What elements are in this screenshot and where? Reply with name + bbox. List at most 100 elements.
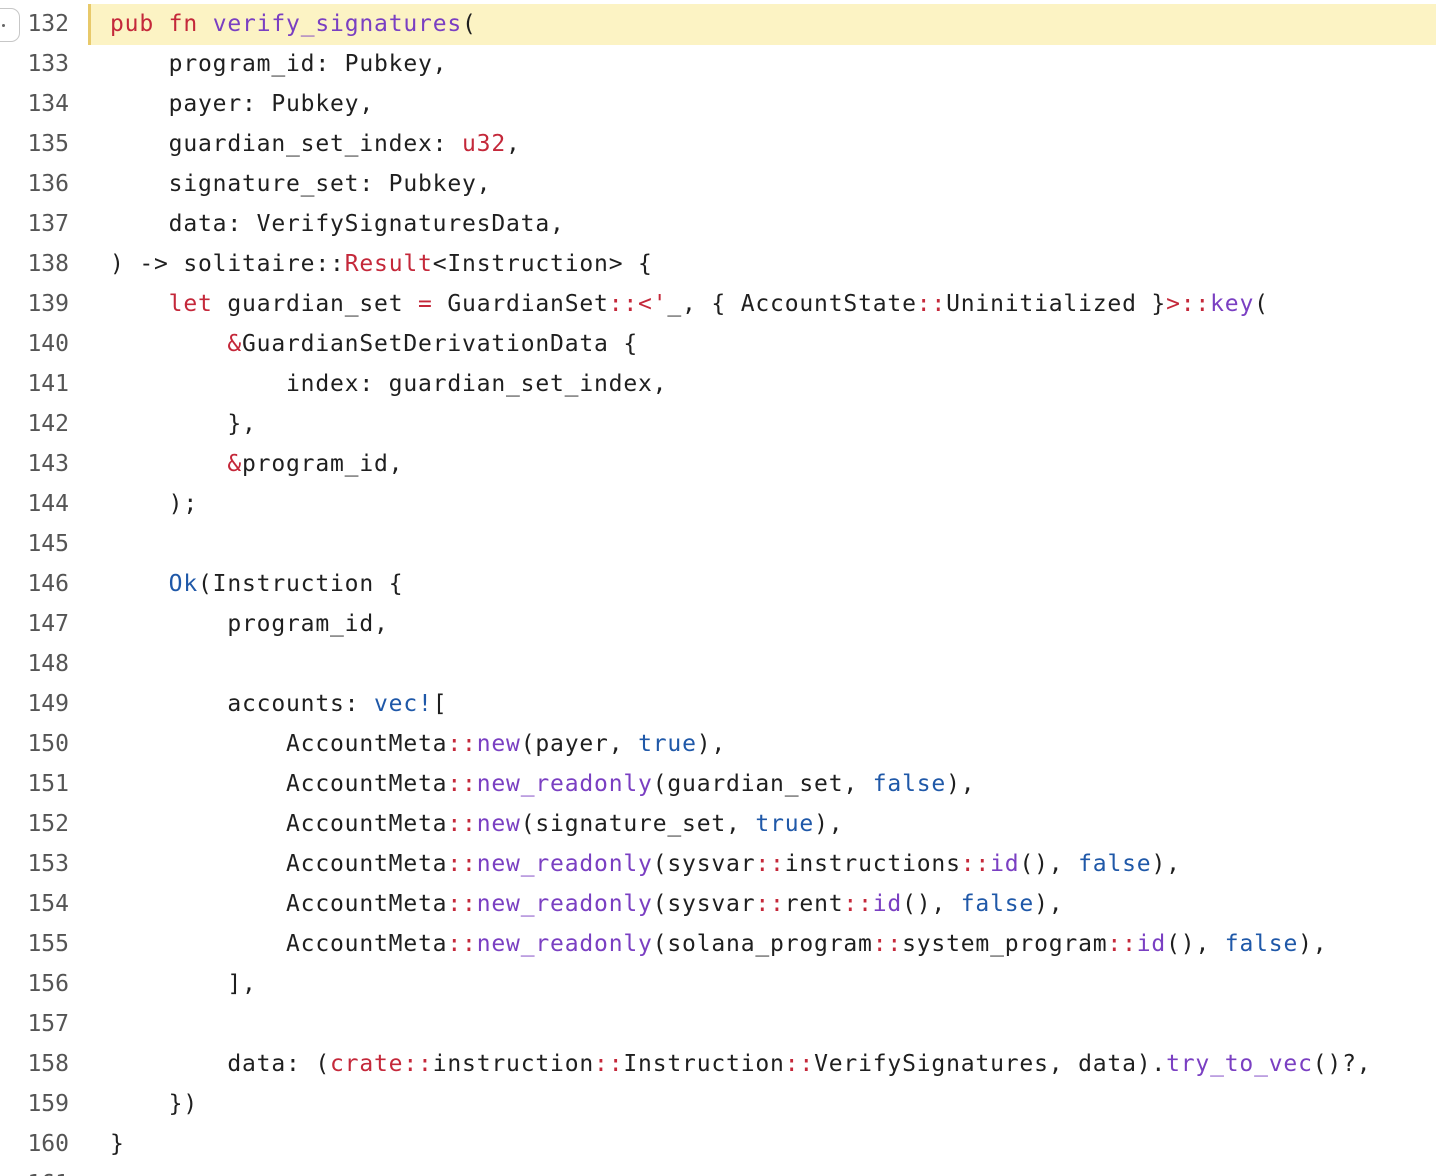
line-number[interactable]: 144 (0, 490, 69, 518)
line-number[interactable]: 151 (0, 770, 69, 798)
line-code: signature_set: Pubkey, (110, 170, 491, 198)
line-code: ], (110, 970, 257, 998)
code-token: id (990, 851, 1020, 877)
line-number[interactable]: 148 (0, 650, 69, 678)
line-code: ); (110, 490, 198, 518)
code-line-133[interactable]: 133 program_id: Pubkey, (0, 41, 1436, 81)
line-number[interactable]: 153 (0, 850, 69, 878)
line-number[interactable]: 160 (0, 1130, 69, 1158)
code-token: _, { AccountState (667, 291, 917, 317)
line-number[interactable]: 146 (0, 570, 69, 598)
code-line-152[interactable]: 152 AccountMeta::new(signature_set, true… (0, 801, 1436, 841)
line-number[interactable]: 134 (0, 90, 69, 118)
code-token: AccountMeta (110, 811, 448, 837)
line-code: payer: Pubkey, (110, 90, 374, 118)
line-number[interactable]: 132 (0, 10, 69, 38)
code-token: }) (110, 1091, 199, 1117)
code-line-149[interactable]: 149 accounts: vec![ (0, 681, 1436, 721)
line-code: index: guardian_set_index, (110, 370, 667, 398)
code-line-142[interactable]: 142 }, (0, 401, 1436, 441)
line-number[interactable]: 157 (0, 1010, 69, 1038)
line-code: accounts: vec![ (110, 690, 447, 718)
code-line-138[interactable]: 138 ) -> solitaire::Result<Instruction> { (0, 241, 1436, 281)
code-line-157[interactable]: 157 (0, 1001, 1436, 1041)
line-code: &GuardianSetDerivationData { (110, 330, 638, 358)
code-token: ), (696, 731, 727, 757)
code-token: false (960, 891, 1035, 917)
code-line-140[interactable]: 140 &GuardianSetDerivationData { (0, 321, 1436, 361)
line-number[interactable]: 159 (0, 1090, 69, 1118)
code-line-153[interactable]: 153 AccountMeta::new_readonly(sysvar::in… (0, 841, 1436, 881)
line-number[interactable]: 147 (0, 610, 69, 638)
code-token: data: VerifySignaturesData, (110, 211, 565, 237)
code-token: new_readonly (476, 851, 653, 877)
code-token: :: (447, 811, 477, 837)
code-line-146[interactable]: 146 Ok(Instruction { (0, 561, 1436, 601)
code-line-134[interactable]: 134 payer: Pubkey, (0, 81, 1436, 121)
code-token: (), (1166, 931, 1225, 957)
line-number[interactable]: 137 (0, 210, 69, 238)
code-line-144[interactable]: 144 ); (0, 481, 1436, 521)
code-token: GuardianSetDerivationData { (242, 331, 639, 357)
code-line-156[interactable]: 156 ], (0, 961, 1436, 1001)
line-number[interactable]: 133 (0, 50, 69, 78)
code-token: :: (755, 851, 785, 877)
code-line-143[interactable]: 143 &program_id, (0, 441, 1436, 481)
line-number[interactable]: 158 (0, 1050, 69, 1078)
code-line-135[interactable]: 135 guardian_set_index: u32, (0, 121, 1436, 161)
line-number[interactable]: 154 (0, 890, 69, 918)
code-token: (Instruction { (198, 571, 404, 597)
line-number[interactable]: 140 (0, 330, 69, 358)
line-code: data: VerifySignaturesData, (110, 210, 565, 238)
code-token: (sysvar (652, 851, 756, 877)
code-token: payer: Pubkey, (110, 91, 375, 117)
line-code: ) -> solitaire::Result<Instruction> { (110, 250, 653, 278)
code-token: ], (110, 971, 257, 997)
line-number[interactable]: 150 (0, 730, 69, 758)
line-number[interactable]: 156 (0, 970, 69, 998)
code-token: guardian_set_index: (110, 131, 463, 157)
code-line-141[interactable]: 141 index: guardian_set_index, (0, 361, 1436, 401)
code-line-155[interactable]: 155 AccountMeta::new_readonly(solana_pro… (0, 921, 1436, 961)
code-token: :: (872, 931, 903, 957)
code-token: ), (814, 811, 844, 837)
line-code: data: (crate::instruction::Instruction::… (110, 1050, 1371, 1078)
code-line-150[interactable]: 150 AccountMeta::new(payer, true), (0, 721, 1436, 761)
code-token: AccountMeta (110, 931, 448, 957)
line-number[interactable]: 136 (0, 170, 69, 198)
code-line-158[interactable]: 158 data: (crate::instruction::Instructi… (0, 1041, 1436, 1081)
code-line-147[interactable]: 147 program_id, (0, 601, 1436, 641)
line-number[interactable]: 139 (0, 290, 69, 318)
code-line-145[interactable]: 145 (0, 521, 1436, 561)
line-number[interactable]: 135 (0, 130, 69, 158)
code-token: (), (902, 891, 961, 917)
code-line-160[interactable]: 160} (0, 1121, 1436, 1161)
line-number[interactable]: 149 (0, 690, 69, 718)
code-token: instructions (784, 851, 961, 877)
code-token: , (506, 131, 521, 157)
code-line-148[interactable]: 148 (0, 641, 1436, 681)
code-token: u32 (462, 131, 507, 157)
code-token: let (168, 291, 213, 317)
code-token: instruction (432, 1051, 595, 1077)
code-token: false (872, 771, 947, 797)
code-line-137[interactable]: 137 data: VerifySignaturesData, (0, 201, 1436, 241)
line-number[interactable]: 142 (0, 410, 69, 438)
line-number[interactable]: 138 (0, 250, 69, 278)
line-number[interactable]: 143 (0, 450, 69, 478)
code-line-139[interactable]: 139 let guardian_set = GuardianSet::<'_,… (0, 281, 1436, 321)
code-line-151[interactable]: 151 AccountMeta::new_readonly(guardian_s… (0, 761, 1436, 801)
code-token: (sysvar (652, 891, 756, 917)
code-line-136[interactable]: 136 signature_set: Pubkey, (0, 161, 1436, 201)
code-line-159[interactable]: 159 }) (0, 1081, 1436, 1121)
line-number[interactable]: 155 (0, 930, 69, 958)
code-token: (solana_program (652, 931, 873, 957)
code-line-132[interactable]: 132 pub fn verify_signatures( (0, 1, 1436, 45)
code-editor[interactable]: 132 pub fn verify_signatures(133 program_… (0, 0, 1436, 1176)
code-line-154[interactable]: 154 AccountMeta::new_readonly(sysvar::re… (0, 881, 1436, 921)
line-code: program_id, (110, 610, 389, 638)
line-number[interactable]: 145 (0, 530, 69, 558)
line-number[interactable]: 141 (0, 370, 69, 398)
line-number[interactable]: 152 (0, 810, 69, 838)
